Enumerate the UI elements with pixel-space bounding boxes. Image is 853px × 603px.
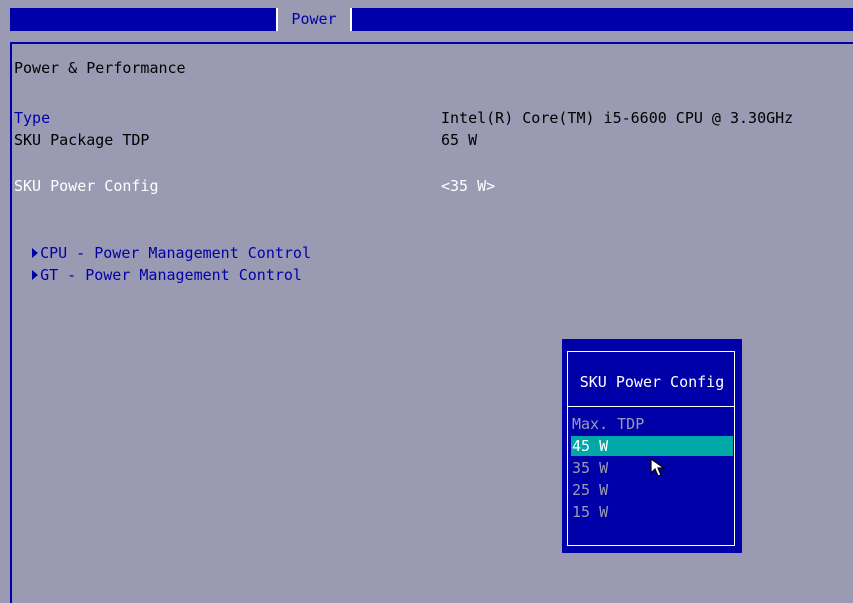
mouse-pointer-icon [650,457,666,477]
popup-title: SKU Power Config [579,373,725,391]
sku-package-tdp-value: 65 W [441,131,478,149]
menu-bar: Power [0,0,853,33]
menu-bar-stripe [10,8,853,31]
popup-option-15w[interactable]: 15 W [571,502,733,522]
triangle-right-icon [32,270,39,280]
type-label: Type [14,109,51,127]
sku-power-config-popup: SKU Power Config Max. TDP 45 W 35 W 25 W… [562,339,742,553]
sku-power-config-value[interactable]: <35 W> [441,177,495,195]
frame-left-border [10,42,12,603]
submenu-gt-label: GT - Power Management Control [40,266,302,284]
popup-option-25w[interactable]: 25 W [571,480,733,500]
tab-power-label: Power [291,10,337,28]
tab-power[interactable]: Power [276,8,352,31]
submenu-gt-power-management[interactable]: GT - Power Management Control [14,248,302,284]
frame-top-border [10,42,853,44]
popup-frame: SKU Power Config Max. TDP 45 W 35 W 25 W… [567,351,735,546]
type-value: Intel(R) Core(TM) i5-6600 CPU @ 3.30GHz [441,109,794,127]
popup-separator [568,406,734,407]
popup-option-45w[interactable]: 45 W [571,436,733,456]
popup-option-max-tdp[interactable]: Max. TDP [571,414,733,434]
section-title: Power & Performance [14,59,186,77]
sku-package-tdp-label: SKU Package TDP [14,131,150,149]
sku-power-config-label[interactable]: SKU Power Config [14,177,159,195]
